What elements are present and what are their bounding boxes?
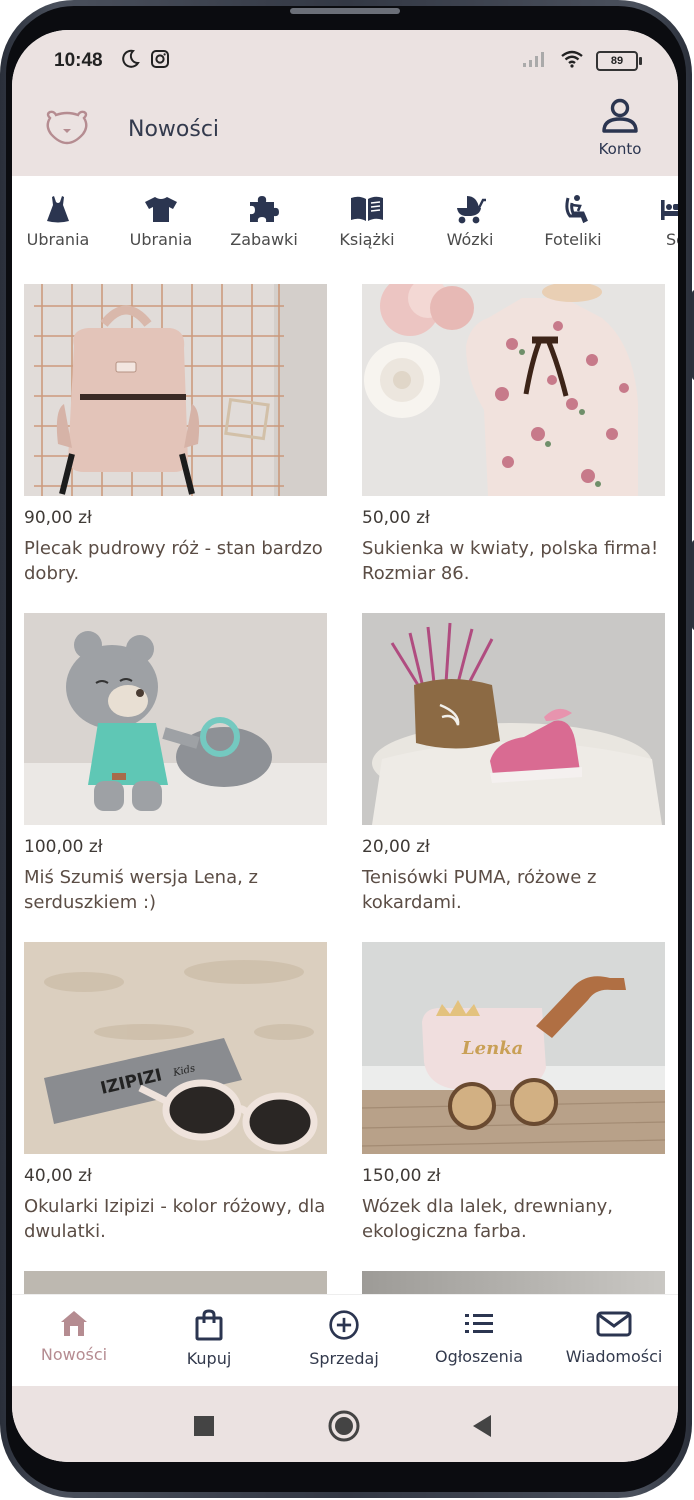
listing-price: 40,00 zł	[24, 1166, 92, 1186]
envelope-icon	[549, 1309, 678, 1339]
status-icons-left	[120, 49, 170, 73]
category-label: Zabawki	[230, 230, 298, 249]
nav-item-news[interactable]: Nowości	[12, 1309, 139, 1364]
listing-card[interactable]: 100,00 zł Miś Szumiś wersja Lena, z serd…	[24, 613, 327, 915]
wifi-icon	[560, 50, 584, 72]
nav-item-buy[interactable]: Kupuj	[144, 1309, 274, 1368]
listing-price: 50,00 zł	[362, 508, 430, 528]
listing-card[interactable]: 90,00 zł Plecak pudrowy róż - stan bardz…	[24, 284, 327, 586]
tshirt-icon	[111, 194, 211, 224]
listing-image-partial[interactable]	[362, 1271, 665, 1294]
listing-price: 20,00 zł	[362, 837, 430, 857]
page-title: Nowości	[128, 117, 220, 142]
listing-title: Okularki Izipizi - kolor różowy, dla dwu…	[24, 1196, 326, 1242]
nav-label: Nowości	[40, 1345, 108, 1364]
listing-title: Plecak pudrowy róż - stan bardzo dobry.	[24, 538, 323, 584]
listing-card[interactable]	[362, 1271, 665, 1294]
status-time: 10:48	[54, 50, 103, 71]
home-icon	[12, 1309, 139, 1337]
phone-speaker	[290, 8, 400, 14]
category-label: Książki	[339, 230, 395, 249]
listing-price: 150,00 zł	[362, 1166, 441, 1186]
category-label: Ubrania	[26, 230, 90, 249]
listing-title: Wózek dla lalek, drewniany, ekologiczna …	[362, 1196, 614, 1242]
category-item-shirts[interactable]: Ubrania	[111, 194, 211, 249]
category-item-car-seats[interactable]: Foteliki	[523, 194, 623, 249]
nav-label: Wiadomości	[565, 1347, 663, 1366]
listing-title: Miś Szumiś wersja Lena, z serduszkiem :)	[24, 867, 258, 913]
nav-label: Sprzedaj	[309, 1349, 379, 1368]
nav-label: Kupuj	[186, 1349, 232, 1368]
listing-card[interactable]: Lenka 150,00 zł Wózek dla lalek, drewnia…	[362, 942, 665, 1244]
home-circle-icon[interactable]	[327, 1409, 361, 1447]
book-icon	[317, 194, 417, 224]
listing-image-dress[interactable]	[362, 284, 665, 496]
listing-grid: 90,00 zł Plecak pudrowy róż - stan bardz…	[12, 284, 678, 1294]
dress-icon	[12, 194, 108, 224]
category-label: Se	[666, 230, 678, 249]
user-icon	[600, 98, 640, 138]
category-label: Foteliki	[544, 230, 602, 249]
status-bar: 10:48 89	[12, 30, 678, 84]
nav-item-sell[interactable]: Sprzedaj	[279, 1309, 409, 1368]
screen: 10:48 89 Nowości Konto Ubrania Ubrania Z…	[12, 30, 678, 1462]
bottom-nav: Nowości Kupuj Sprzedaj Ogłoszenia Wiadom…	[12, 1294, 678, 1387]
listing-image-teddy[interactable]	[24, 613, 327, 825]
listing-price: 100,00 zł	[24, 837, 103, 857]
plus-circle-icon	[279, 1309, 409, 1341]
phone-device: 10:48 89 Nowości Konto Ubrania Ubrania Z…	[0, 0, 694, 1500]
status-icons-right: 89	[522, 50, 642, 72]
app-bar: Nowości Konto	[12, 84, 678, 176]
listing-price: 90,00 zł	[24, 508, 92, 528]
shopping-bag-icon	[144, 1309, 274, 1341]
system-nav-bar	[12, 1386, 678, 1462]
category-item-toys[interactable]: Zabawki	[214, 194, 314, 249]
nav-label: Ogłoszenia	[434, 1347, 524, 1366]
bed-icon	[626, 194, 678, 224]
listing-card[interactable]: 50,00 zł Sukienka w kwiaty, polska firma…	[362, 284, 665, 586]
list-icon	[414, 1309, 544, 1339]
stroller-icon	[420, 194, 520, 224]
listing-card[interactable]: 20,00 zł Tenisówki PUMA, różowe z kokard…	[362, 613, 665, 915]
account-button[interactable]: Konto	[592, 98, 648, 158]
category-item-books[interactable]: Książki	[317, 194, 417, 249]
listing-title: Tenisówki PUMA, różowe z kokardami.	[362, 867, 597, 913]
back-triangle-icon[interactable]	[471, 1414, 493, 1442]
account-label: Konto	[598, 140, 642, 158]
instagram-icon	[150, 49, 170, 73]
square-icon[interactable]	[193, 1415, 215, 1441]
moon-icon	[120, 49, 140, 73]
car-seat-icon	[523, 194, 623, 224]
listing-image-sunglasses[interactable]: IZIPIZI Kids	[24, 942, 327, 1154]
nav-item-messages[interactable]: Wiadomości	[549, 1309, 678, 1366]
listing-title: Sukienka w kwiaty, polska firma! Rozmiar…	[362, 538, 659, 584]
category-item-strollers[interactable]: Wózki	[420, 194, 520, 249]
puzzle-icon	[214, 194, 314, 224]
listing-card[interactable]: IZIPIZI Kids 40,00 zł Okularki Izipizi -…	[24, 942, 327, 1244]
listing-card[interactable]	[24, 1271, 327, 1294]
category-label: Wózki	[446, 230, 494, 249]
listing-image-backpack[interactable]	[24, 284, 327, 496]
battery-indicator: 89	[596, 51, 642, 71]
category-label: Ubrania	[129, 230, 193, 249]
signal-icon	[522, 50, 548, 72]
nav-item-listings[interactable]: Ogłoszenia	[414, 1309, 544, 1366]
category-item-dresses[interactable]: Ubrania	[12, 194, 108, 249]
teddy-logo-icon[interactable]	[42, 110, 92, 150]
pram-name-plate: Lenka	[461, 1038, 523, 1059]
listing-image-doll-pram[interactable]: Lenka	[362, 942, 665, 1154]
listing-image-partial[interactable]	[24, 1271, 327, 1294]
category-item-beds[interactable]: Se	[626, 194, 678, 249]
category-bar: Ubrania Ubrania Zabawki Książki Wózki Fo…	[12, 176, 678, 276]
listing-image-sneakers[interactable]	[362, 613, 665, 825]
